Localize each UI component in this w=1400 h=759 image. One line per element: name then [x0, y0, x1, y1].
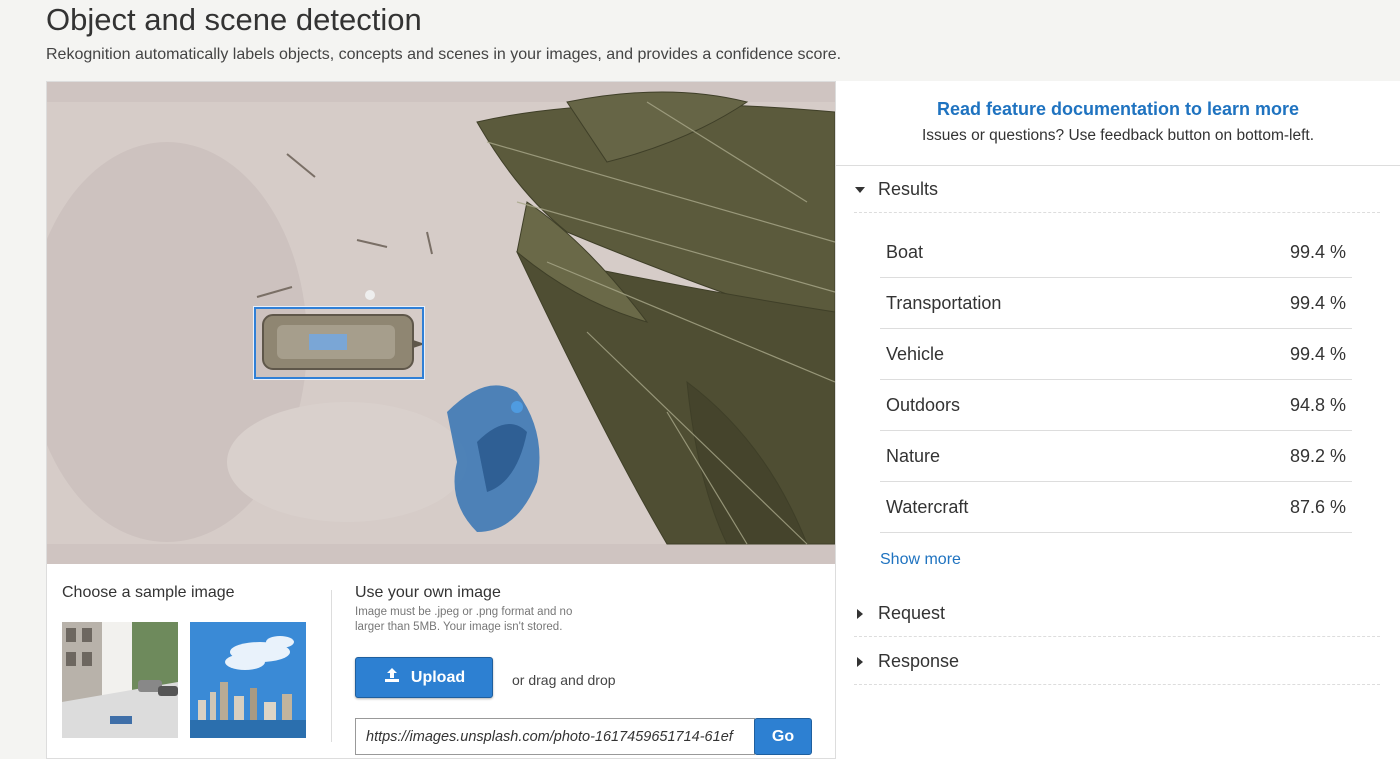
sample-image-street[interactable] — [62, 622, 178, 738]
result-label: Transportation — [886, 292, 1002, 313]
results-panel: Read feature documentation to learn more… — [836, 81, 1400, 759]
page-title: Object and scene detection — [46, 2, 422, 37]
result-confidence: 99.4 % — [1289, 241, 1346, 262]
result-row: Outdoors 94.8 % — [880, 380, 1352, 431]
beach-photo — [47, 82, 835, 564]
upload-button[interactable]: Upload — [355, 657, 493, 698]
results-section-toggle[interactable]: Results — [854, 167, 1380, 213]
request-label: Request — [878, 603, 946, 623]
request-section-toggle[interactable]: Request — [854, 591, 1380, 637]
image-url-input[interactable]: https://images.unsplash.com/photo-161745… — [355, 718, 755, 755]
detection-bounding-box[interactable] — [253, 306, 425, 380]
result-confidence: 89.2 % — [1289, 445, 1346, 466]
sample-images-title: Choose a sample image — [62, 584, 235, 601]
demo-panel: Choose a sample image Use your own image… — [46, 81, 836, 759]
show-more-link[interactable]: Show more — [880, 551, 961, 569]
panel-divider — [836, 165, 1400, 166]
result-row: Watercraft 87.6 % — [880, 482, 1352, 533]
feedback-hint: Issues or questions? Use feedback button… — [921, 127, 1315, 144]
upload-label: Upload — [410, 668, 466, 686]
upload-icon — [383, 666, 401, 689]
result-confidence: 99.4 % — [1289, 343, 1346, 364]
result-label: Boat — [886, 241, 924, 262]
sample-image-city[interactable] — [190, 622, 306, 738]
caret-right-icon — [854, 608, 866, 620]
result-row: Vehicle 99.4 % — [880, 329, 1352, 380]
caret-down-icon — [854, 184, 866, 196]
results-list: Boat 99.4 % Transportation 99.4 % Vehicl… — [880, 227, 1352, 533]
result-label: Vehicle — [886, 343, 945, 364]
own-image-title: Use your own image — [355, 584, 501, 601]
results-label: Results — [878, 179, 939, 199]
result-row: Transportation 99.4 % — [880, 278, 1352, 329]
result-confidence: 99.4 % — [1289, 292, 1346, 313]
page-subtitle: Rekognition automatically labels objects… — [46, 46, 842, 63]
response-label: Response — [878, 651, 960, 671]
result-row: Boat 99.4 % — [880, 227, 1352, 278]
go-button[interactable]: Go — [754, 718, 812, 755]
result-confidence: 94.8 % — [1289, 394, 1346, 415]
result-label: Watercraft — [886, 496, 969, 517]
documentation-link[interactable]: Read feature documentation to learn more — [836, 99, 1400, 120]
result-label: Nature — [886, 445, 941, 466]
image-controls: Choose a sample image Use your own image… — [47, 564, 835, 759]
result-row: Nature 89.2 % — [880, 431, 1352, 482]
controls-divider — [331, 590, 332, 742]
analyzed-image — [47, 82, 835, 564]
result-confidence: 87.6 % — [1289, 496, 1346, 517]
own-image-note: Image must be .jpeg or .png format and n… — [355, 606, 573, 633]
caret-right-icon — [854, 656, 866, 668]
result-label: Outdoors — [886, 394, 961, 415]
drag-drop-hint: or drag and drop — [512, 672, 616, 688]
response-section-toggle[interactable]: Response — [854, 639, 1380, 685]
